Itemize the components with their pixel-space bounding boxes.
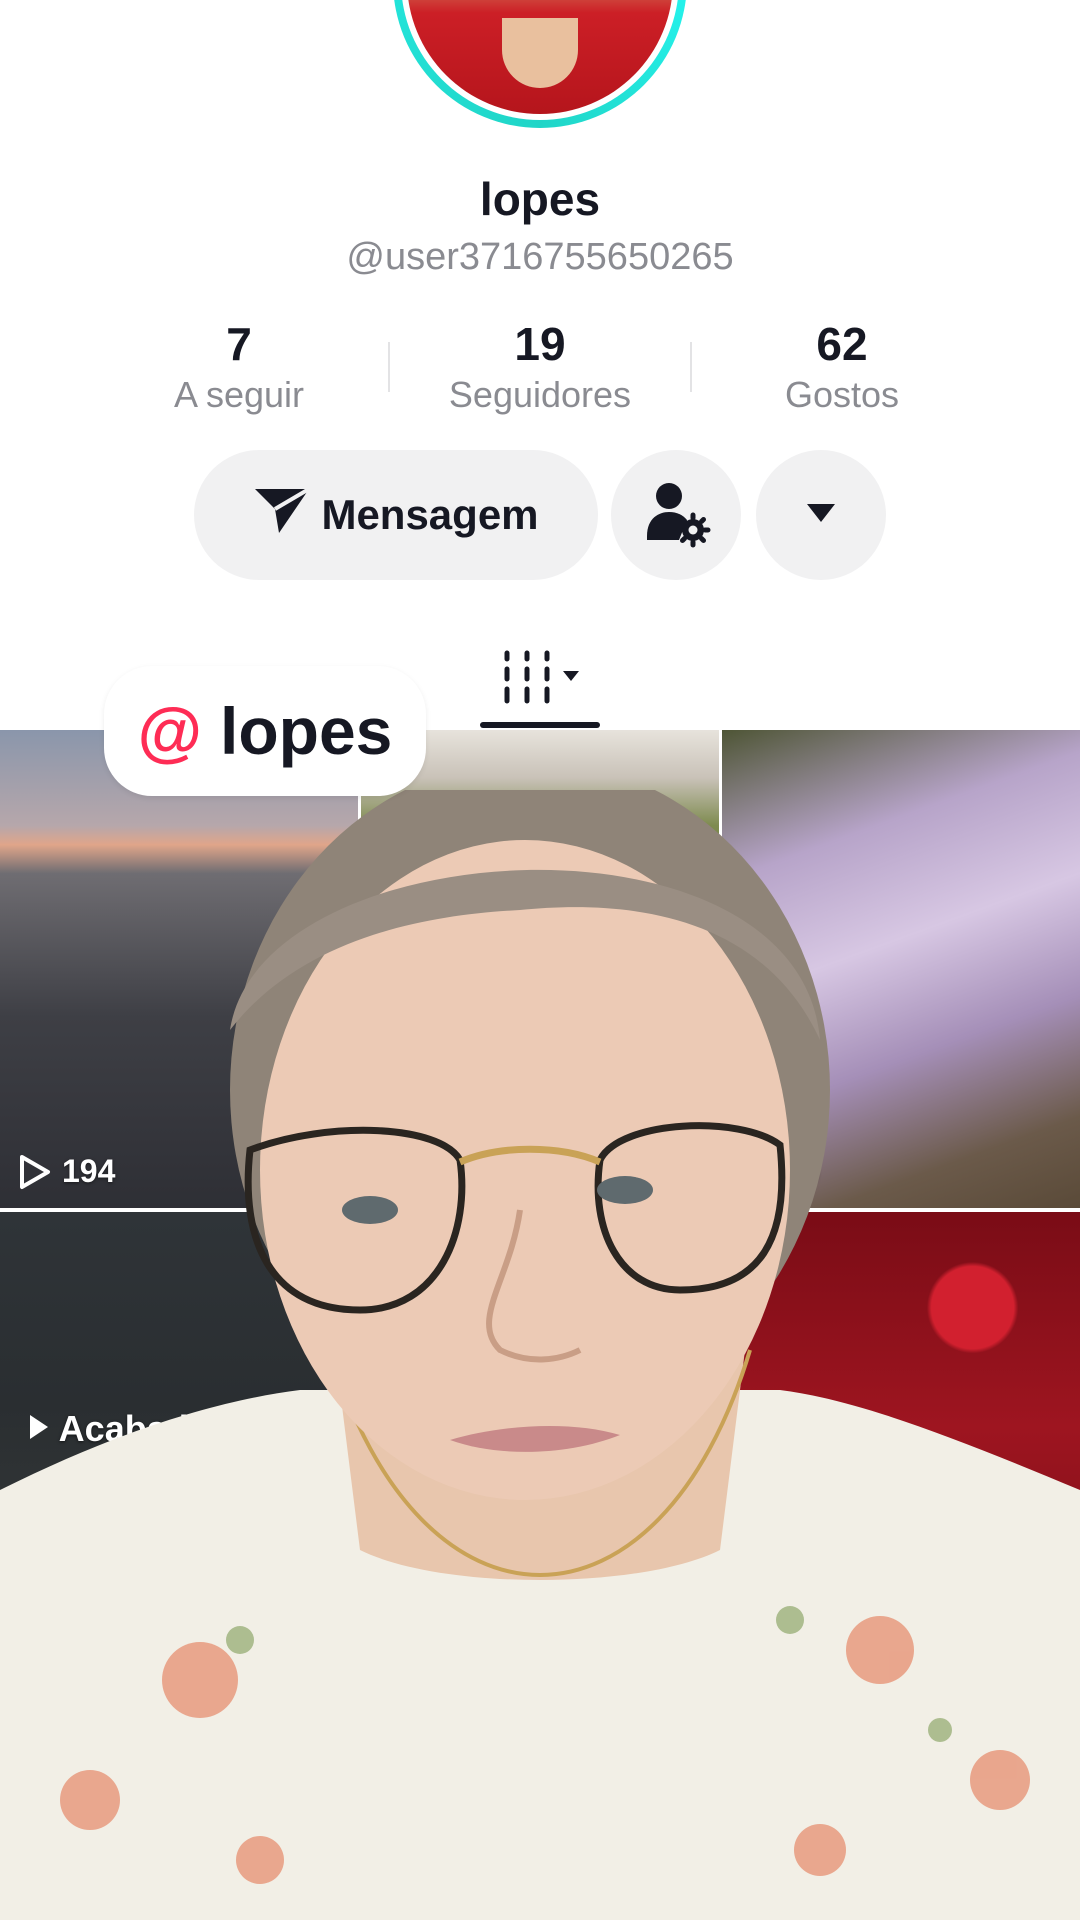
tab-videos-grid[interactable]: [480, 634, 600, 724]
caret-down-icon: [805, 502, 837, 529]
stat-following[interactable]: 7 A seguir: [109, 318, 369, 420]
more-options-button[interactable]: [756, 450, 886, 580]
stat-likes-label: Gostos: [784, 374, 900, 415]
username: @user3716755650265: [346, 236, 734, 278]
stat-followers[interactable]: 19 Seguidores: [410, 318, 670, 420]
stat-divider: [388, 342, 390, 392]
display-name: lopes: [479, 173, 601, 225]
stat-likes[interactable]: 62 Gostos: [712, 318, 972, 420]
camera-overlay-person: [0, 790, 1080, 1920]
message-button[interactable]: Mensagem: [194, 450, 598, 580]
add-friend-button[interactable]: [611, 450, 741, 580]
mention-at-symbol: @: [137, 694, 202, 768]
mention-name: lopes: [219, 694, 393, 768]
profile-avatar-ring[interactable]: [393, 0, 687, 128]
stat-following-count: 7: [226, 318, 252, 370]
grid-icon: [497, 649, 583, 710]
person-settings-icon: [641, 478, 711, 553]
stat-followers-count: 19: [514, 318, 566, 370]
mention-sticker[interactable]: @ lopes: [104, 666, 426, 796]
stat-following-label: A seguir: [173, 374, 305, 415]
avatar: [407, 0, 673, 114]
tab-indicator: [480, 722, 600, 728]
stat-followers-label: Seguidores: [448, 374, 632, 415]
stat-likes-count: 62: [816, 318, 868, 370]
stat-divider: [690, 342, 692, 392]
avatar-frame: [401, 0, 679, 120]
avatar-detail: [502, 18, 578, 88]
message-button-label: Mensagem: [321, 491, 539, 538]
send-icon: [253, 485, 311, 545]
